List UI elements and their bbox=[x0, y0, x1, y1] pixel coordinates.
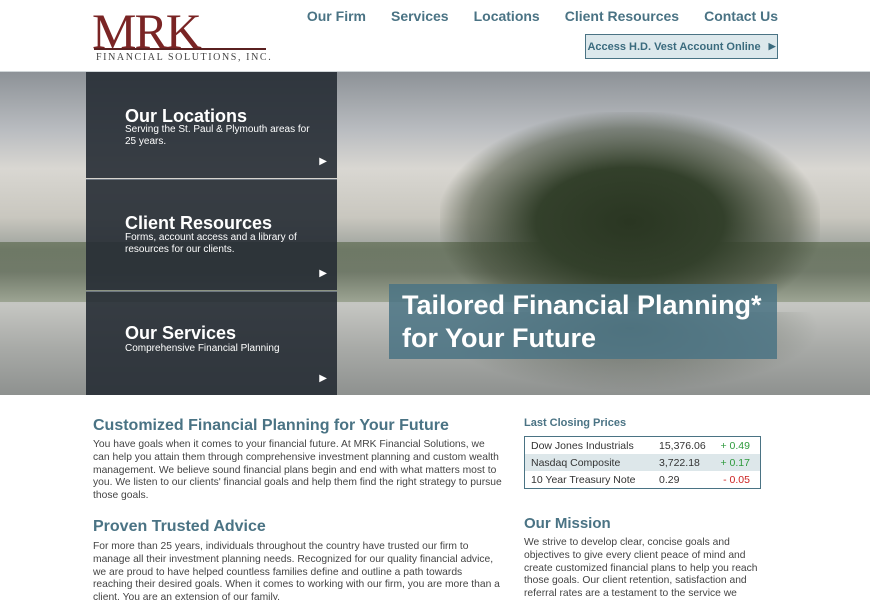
hero-panel-client-resources[interactable]: Client Resources Forms, account access a… bbox=[86, 179, 337, 290]
price-change: + 0.17 bbox=[720, 457, 751, 469]
tagline-line-1: Tailored Financial Planning* bbox=[402, 290, 762, 320]
price-value: 15,376.06 bbox=[659, 440, 706, 452]
play-arrow-icon[interactable]: ▶ bbox=[319, 268, 327, 279]
price-row: 10 Year Treasury Note 0.29 - 0.05 bbox=[525, 471, 760, 488]
play-arrow-icon: ▶ bbox=[768, 41, 776, 51]
hero-panel-services[interactable]: Our Services Comprehensive Financial Pla… bbox=[86, 291, 337, 395]
nav-client-resources[interactable]: Client Resources bbox=[565, 8, 679, 24]
hero-island bbox=[440, 112, 820, 312]
panel-title: Our Services bbox=[125, 323, 237, 343]
price-value: 0.29 bbox=[659, 474, 680, 486]
logo-rule bbox=[94, 48, 266, 50]
tagline-line-2: for Your Future bbox=[402, 323, 596, 353]
mission-text: We strive to develop clear, concise goal… bbox=[524, 537, 758, 600]
main-content: Customized Financial Planning for Your F… bbox=[0, 395, 870, 600]
panel-text: Forms, account access and a library of r… bbox=[125, 232, 297, 255]
main-nav: Our Firm Services Locations Client Resou… bbox=[282, 8, 778, 24]
price-change: - 0.05 bbox=[723, 474, 750, 486]
price-row: Dow Jones Industrials 15,376.06 + 0.49 bbox=[525, 437, 760, 454]
nav-locations[interactable]: Locations bbox=[474, 8, 540, 24]
prices-table: Dow Jones Industrials 15,376.06 + 0.49 N… bbox=[524, 436, 761, 489]
nav-contact-us[interactable]: Contact Us bbox=[704, 8, 778, 24]
mission-title: Our Mission bbox=[524, 515, 611, 532]
site-header: MRK FINANCIAL SOLUTIONS, INC. Our Firm S… bbox=[0, 0, 870, 72]
access-account-label: Access H.D. Vest Account Online bbox=[587, 40, 761, 53]
price-value: 3,722.18 bbox=[659, 457, 700, 469]
section-body: You have goals when it comes to your fin… bbox=[93, 439, 502, 502]
section-title: Proven Trusted Advice bbox=[93, 518, 266, 535]
site-logo[interactable]: MRK FINANCIAL SOLUTIONS, INC. bbox=[92, 3, 271, 64]
price-name: 10 Year Treasury Note bbox=[531, 474, 636, 486]
logo-subtitle: FINANCIAL SOLUTIONS, INC. bbox=[96, 52, 273, 63]
price-row: Nasdaq Composite 3,722.18 + 0.17 bbox=[525, 454, 760, 471]
section-body: For more than 25 years, individuals thro… bbox=[93, 541, 500, 600]
price-name: Nasdaq Composite bbox=[531, 457, 621, 469]
hero-tagline: Tailored Financial Planning* for Your Fu… bbox=[389, 284, 777, 359]
prices-title: Last Closing Prices bbox=[524, 417, 627, 429]
play-arrow-icon[interactable]: ▶ bbox=[319, 156, 327, 167]
section-title: Customized Financial Planning for Your F… bbox=[93, 417, 449, 434]
nav-services[interactable]: Services bbox=[391, 8, 449, 24]
access-account-button[interactable]: Access H.D. Vest Account Online ▶ bbox=[585, 34, 778, 59]
panel-text: Serving the St. Paul & Plymouth areas fo… bbox=[125, 124, 310, 147]
price-name: Dow Jones Industrials bbox=[531, 440, 634, 452]
panel-title: Client Resources bbox=[125, 213, 273, 233]
panel-text: Comprehensive Financial Planning bbox=[125, 343, 280, 354]
play-arrow-icon[interactable]: ▶ bbox=[319, 373, 327, 384]
price-change: + 0.49 bbox=[720, 440, 751, 452]
nav-our-firm[interactable]: Our Firm bbox=[307, 8, 366, 24]
hero-panel-locations[interactable]: Our Locations Serving the St. Paul & Ply… bbox=[86, 72, 337, 178]
